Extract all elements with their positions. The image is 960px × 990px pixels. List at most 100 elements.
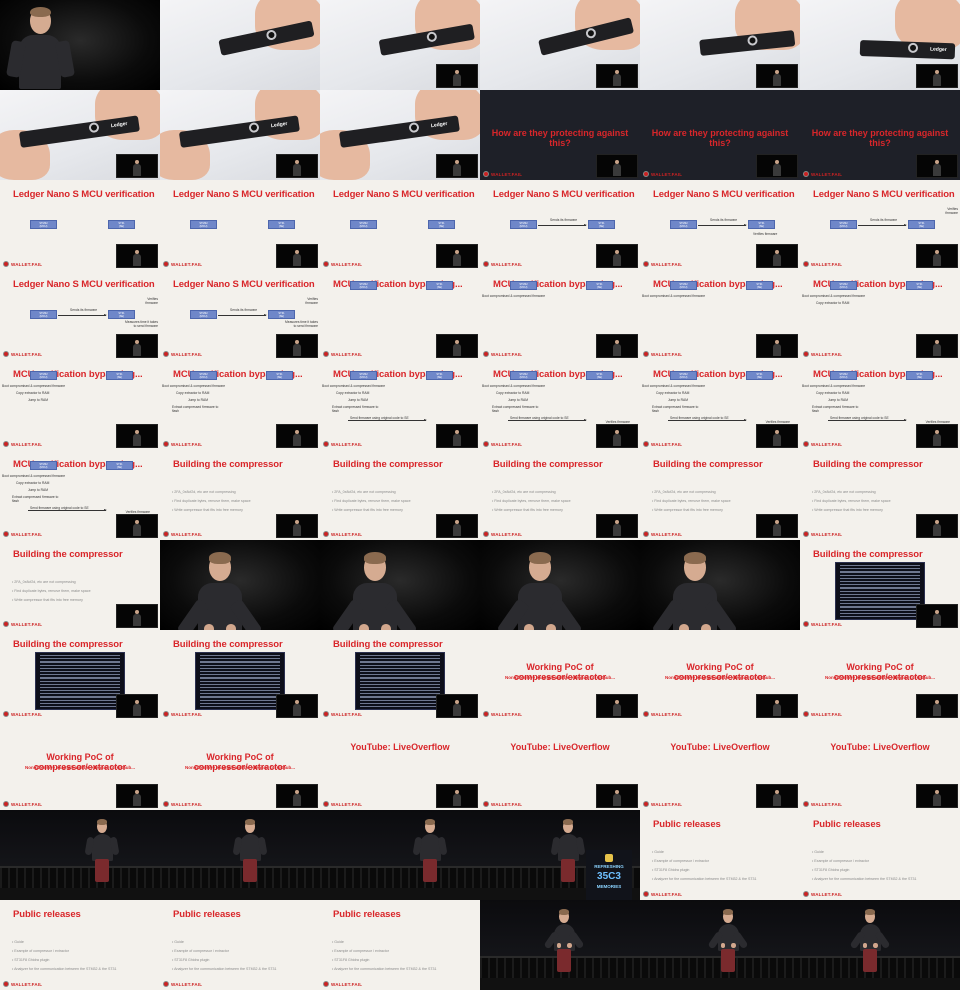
video-thumbnail-mcu[interactable]: Ledger Nano S MCU verification STM32 (MCU)…: [800, 180, 960, 270]
video-thumbnail-stage-wide[interactable]: [640, 900, 800, 990]
video-thumbnail-compressor[interactable]: Building the compressor 2FA_0x8cf2d, etc …: [160, 450, 320, 540]
video-thumbnail-compressor[interactable]: Building the compressor WALLET.FAIL: [160, 630, 320, 720]
video-thumbnail-bypass[interactable]: MCU verification bypassing... STM32 (MCU) S…: [640, 270, 800, 360]
video-thumbnail-bypass[interactable]: MCU verification bypassing... STM32 (MCU) S…: [480, 270, 640, 360]
bullet-item: Guide: [812, 848, 917, 857]
video-thumbnail-bypass[interactable]: MCU verification bypassing... STM32 (MCU) S…: [0, 360, 160, 450]
video-thumbnail-hand[interactable]: [320, 0, 480, 90]
logo-text: WALLET.FAIL: [651, 261, 683, 267]
video-thumbnail-stage-wide[interactable]: [800, 900, 960, 990]
video-thumbnail-releases[interactable]: Public releases GuideExample of compresso…: [0, 900, 160, 990]
video-thumbnail-bypass[interactable]: MCU verification bypassing... STM32 (MCU) S…: [0, 450, 160, 540]
logo-text: WALLET.FAIL: [11, 981, 43, 987]
video-thumbnail-releases[interactable]: Public releases GuideExample of compresso…: [160, 900, 320, 990]
bullet-item: Find duplicate bytes, remove them, make …: [12, 587, 90, 596]
logo-mark-icon: [3, 531, 9, 537]
video-thumbnail-hand[interactable]: Ledger: [0, 90, 160, 180]
slide-title: Ledger Nano S MCU verification: [173, 279, 315, 290]
speaker-mini-figure: [773, 340, 781, 356]
diagram-note: Jump to RAM: [28, 398, 48, 402]
video-thumbnail-hand[interactable]: [640, 0, 800, 90]
video-thumbnail-protect[interactable]: How are they protecting against this? WAL…: [480, 90, 640, 180]
video-thumbnail-bypass[interactable]: MCU verification bypassing... STM32 (MCU) S…: [320, 360, 480, 450]
video-thumbnail-youtube[interactable]: YouTube: LiveOverflow WALLET.FAIL: [640, 720, 800, 810]
video-thumbnail-mcu[interactable]: Ledger Nano S MCU verification STM32 (MCU)…: [320, 180, 480, 270]
video-thumbnail-compressor[interactable]: Building the compressor 2FA_0x8cf2d, etc …: [800, 450, 960, 540]
diagram-note: Jump to RAM: [28, 488, 48, 492]
terminal-output-line: [40, 706, 120, 708]
video-thumbnail-stage-close[interactable]: [160, 540, 320, 630]
banner-line-1: REFRESHING: [594, 864, 624, 869]
video-thumbnail-mcu[interactable]: Ledger Nano S MCU verification STM32 (MCU)…: [640, 180, 800, 270]
speaker-pip-video: [436, 424, 478, 448]
video-thumbnail-stage-wide[interactable]: [160, 810, 320, 900]
video-thumbnail-releases[interactable]: Public releases GuideExample of compresso…: [800, 810, 960, 900]
video-thumbnail-hand[interactable]: Ledger: [320, 90, 480, 180]
video-thumbnail-stage[interactable]: [0, 0, 160, 90]
logo-text: WALLET.FAIL: [811, 171, 843, 177]
video-thumbnail-stage-close[interactable]: [640, 540, 800, 630]
video-thumbnail-compressor[interactable]: Building the compressor WALLET.FAIL: [800, 540, 960, 630]
video-thumbnail-poc[interactable]: Working PoC of compressor/extractor Non-o…: [480, 630, 640, 720]
video-thumbnail-hand[interactable]: [480, 0, 640, 90]
video-thumbnail-compressor[interactable]: Building the compressor WALLET.FAIL: [320, 630, 480, 720]
video-thumbnail-protect[interactable]: How are they protecting against this? WAL…: [800, 90, 960, 180]
video-thumbnail-hand[interactable]: Ledger: [160, 90, 320, 180]
speaker-hair: [562, 819, 574, 825]
video-thumbnail-poc[interactable]: Working PoC of compressor/extractor Non-o…: [160, 720, 320, 810]
video-thumbnail-bypass[interactable]: MCU verification bypassing... STM32 (MCU) S…: [800, 360, 960, 450]
video-thumbnail-stage-wide[interactable]: REFRESHING 35C3 MEMORIES: [480, 810, 640, 900]
wallet-fail-logo: WALLET.FAIL: [3, 531, 42, 537]
video-thumbnail-hand[interactable]: Ledger: [800, 0, 960, 90]
bullet-item: Guide: [652, 848, 757, 857]
video-thumbnail-stage-close[interactable]: [480, 540, 640, 630]
video-thumbnail-bypass[interactable]: MCU verification bypassing... STM32 (MCU) S…: [640, 360, 800, 450]
video-thumbnail-mcu[interactable]: Ledger Nano S MCU verification STM32 (MCU)…: [160, 180, 320, 270]
terminal-output-line: [840, 574, 920, 576]
terminal-output-line: [200, 699, 280, 701]
video-thumbnail-releases[interactable]: Public releases GuideExample of compresso…: [640, 810, 800, 900]
diagram-arrow: [828, 419, 907, 421]
video-thumbnail-poc[interactable]: Working PoC of compressor/extractor Non-o…: [800, 630, 960, 720]
video-thumbnail-stage-wide[interactable]: [0, 810, 160, 900]
bullet-list: GuideExample of compressor / extractorST…: [12, 938, 116, 974]
bullet-item: ST31F8 Ghidra plugin: [812, 866, 917, 875]
diagram-note: Boot compromised & compressed firmware: [642, 294, 706, 298]
slide-title: YouTube: LiveOverflow: [350, 742, 450, 752]
speaker-hand-right: [567, 943, 572, 948]
speaker-mini-figure: [613, 700, 621, 716]
video-thumbnail-stage-wide[interactable]: [480, 900, 640, 990]
terminal-output-line: [200, 674, 280, 676]
speaker-hair: [208, 552, 232, 564]
video-thumbnail-stage-wide[interactable]: [320, 810, 480, 900]
video-thumbnail-bypass[interactable]: MCU verification bypassing... STM32 (MCU) S…: [800, 270, 960, 360]
logo-mark-icon: [803, 801, 809, 807]
video-thumbnail-compressor[interactable]: Building the compressor 2FA_0x8cf2d, etc …: [320, 450, 480, 540]
video-thumbnail-bypass[interactable]: MCU verification bypassing... STM32 (MCU) S…: [160, 360, 320, 450]
video-thumbnail-mcu[interactable]: Ledger Nano S MCU verification STM32 (MCU)…: [0, 180, 160, 270]
video-thumbnail-hand[interactable]: [160, 0, 320, 90]
video-thumbnail-compressor[interactable]: Building the compressor 2FA_0x8cf2d, etc …: [480, 450, 640, 540]
video-thumbnail-stage-close[interactable]: [320, 540, 480, 630]
video-thumbnail-poc[interactable]: Working PoC of compressor/extractor Non-o…: [0, 720, 160, 810]
video-thumbnail-youtube[interactable]: YouTube: LiveOverflow WALLET.FAIL: [800, 720, 960, 810]
video-thumbnail-poc[interactable]: Working PoC of compressor/extractor Non-o…: [640, 630, 800, 720]
video-thumbnail-youtube[interactable]: YouTube: LiveOverflow WALLET.FAIL: [480, 720, 640, 810]
video-thumbnail-protect[interactable]: How are they protecting against this? WAL…: [640, 90, 800, 180]
logo-mark-icon: [643, 351, 649, 357]
video-thumbnail-mcu[interactable]: Ledger Nano S MCU verification STM32 (MCU)…: [480, 180, 640, 270]
video-thumbnail-mcu[interactable]: Ledger Nano S MCU verification STM32 (MCU)…: [0, 270, 160, 360]
logo-text: WALLET.FAIL: [331, 351, 363, 357]
video-thumbnail-youtube[interactable]: YouTube: LiveOverflow WALLET.FAIL: [320, 720, 480, 810]
logo-text: WALLET.FAIL: [651, 711, 683, 717]
terminal-output-line: [840, 584, 920, 586]
video-thumbnail-releases[interactable]: Public releases GuideExample of compresso…: [320, 900, 480, 990]
speaker-pip-video: [276, 514, 318, 538]
terminal-output-line: [200, 690, 280, 692]
video-thumbnail-compressor[interactable]: Building the compressor 2FA_0x8cf2d, etc …: [640, 450, 800, 540]
video-thumbnail-compressor[interactable]: Building the compressor WALLET.FAIL: [0, 630, 160, 720]
video-thumbnail-mcu[interactable]: Ledger Nano S MCU verification STM32 (MCU)…: [160, 270, 320, 360]
video-thumbnail-bypass[interactable]: MCU verification bypassing... STM32 (MCU) S…: [320, 270, 480, 360]
video-thumbnail-bypass[interactable]: MCU verification bypassing... STM32 (MCU) S…: [480, 360, 640, 450]
video-thumbnail-compressor[interactable]: Building the compressor 2FA_0x8cf2d, etc …: [0, 540, 160, 630]
